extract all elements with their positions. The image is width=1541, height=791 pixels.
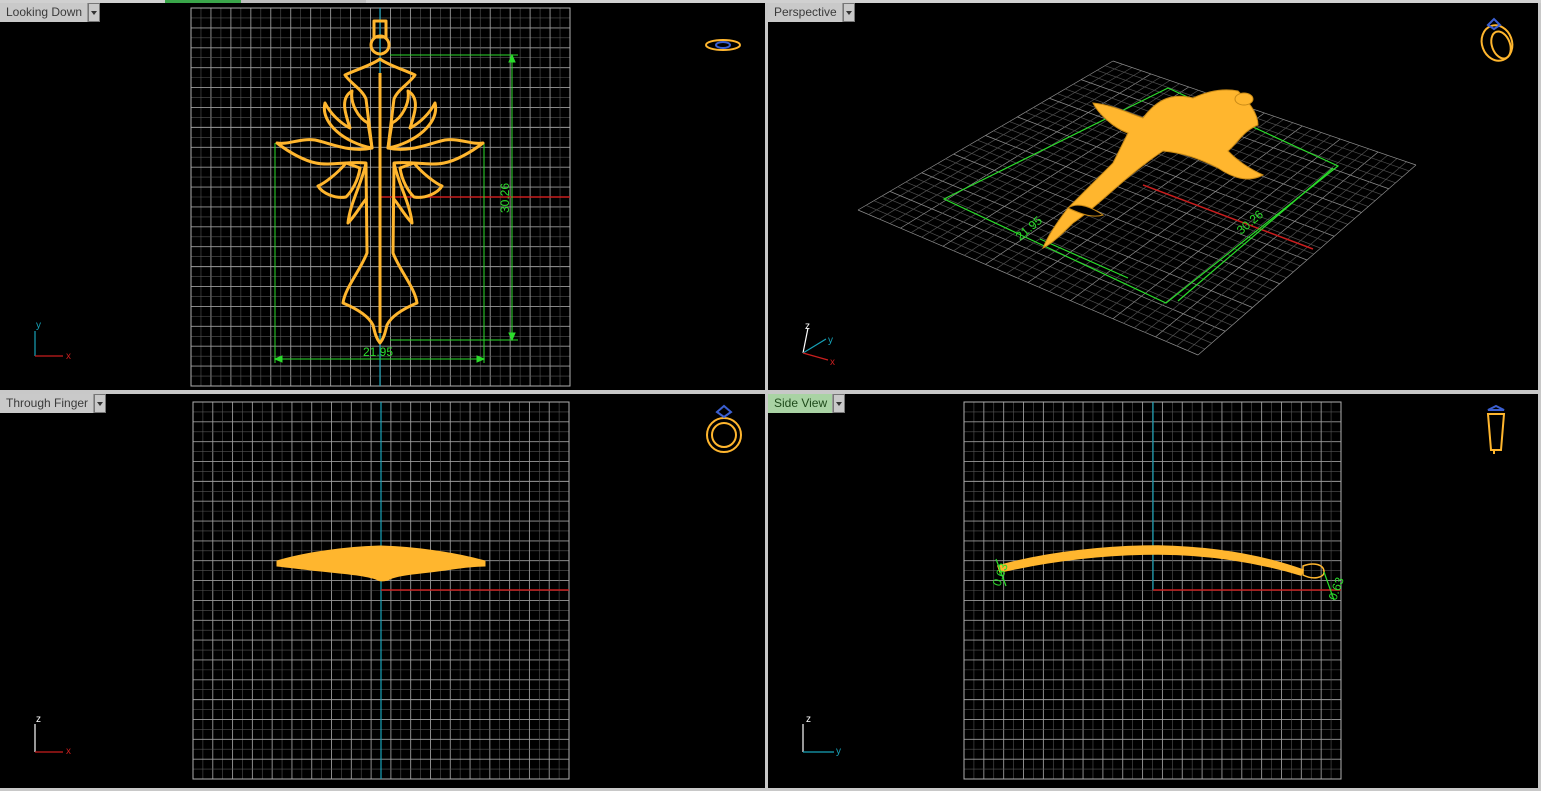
perspective-grid — [857, 60, 1417, 356]
viewport-perspective[interactable]: Perspective 21.95 30.26 z y x — [768, 3, 1538, 390]
axis-label-x: x — [66, 746, 71, 757]
viewport-label-side-view[interactable]: Side View — [768, 394, 846, 413]
viewport-label-through-finger[interactable]: Through Finger — [0, 394, 107, 413]
axis-gizmo: z y — [802, 714, 841, 757]
chevron-down-icon[interactable] — [833, 394, 846, 413]
viewport-side-view[interactable]: Side View 0.63 0.63 z y — [768, 394, 1538, 788]
viewport-title[interactable]: Side View — [768, 394, 834, 413]
dimension-height: 30.26 — [498, 183, 512, 213]
grid-line — [1197, 164, 1417, 356]
axis-gizmo: y x — [34, 320, 71, 362]
grid-line — [1155, 151, 1379, 338]
axis-label-x: x — [66, 351, 71, 362]
cross-pendant-front[interactable] — [276, 545, 486, 582]
chevron-down-icon[interactable] — [842, 3, 855, 22]
axis-label-y: y — [36, 320, 41, 331]
grid-line — [1165, 154, 1388, 342]
dimension-left: 0.63 — [990, 561, 1011, 588]
ring-side-view-icon[interactable] — [1486, 404, 1506, 454]
rhino-workspace: Looking Down 21.95 30.26 y x Perspective… — [0, 0, 1541, 791]
axis-gizmo: z y x — [802, 321, 835, 368]
grid-line — [1187, 161, 1407, 351]
chevron-down-icon[interactable] — [94, 394, 107, 413]
axis-gizmo: z x — [34, 714, 71, 757]
cross-pendant-perspective[interactable] — [1042, 89, 1265, 250]
axis-label-z: z — [805, 321, 810, 332]
viewport-label-looking-down[interactable]: Looking Down — [0, 3, 101, 22]
viewport-title[interactable]: Through Finger — [0, 394, 95, 413]
axis-label-y: y — [836, 746, 841, 757]
front-view-canvas[interactable]: z x — [0, 394, 765, 788]
viewport-looking-down[interactable]: Looking Down 21.95 30.26 y x — [0, 3, 765, 390]
axis-label-z: z — [36, 714, 41, 725]
viewport-title[interactable]: Looking Down — [0, 3, 89, 22]
dimension-lines — [273, 53, 518, 363]
viewport-label-perspective[interactable]: Perspective — [768, 3, 855, 22]
axis-label-y: y — [828, 335, 833, 346]
top-view-canvas[interactable]: 21.95 30.26 y x — [0, 3, 765, 390]
dimension-right: 0.63 — [1326, 575, 1347, 602]
perspective-canvas[interactable]: 21.95 30.26 z y x — [768, 3, 1538, 390]
ring-top-view-icon[interactable] — [705, 39, 741, 51]
viewport-title[interactable]: Perspective — [768, 3, 843, 22]
ring-front-view-icon[interactable] — [706, 404, 742, 453]
axis-label-z: z — [806, 714, 811, 725]
axis-label-x: x — [830, 357, 835, 368]
dimension-height: 30.26 — [1234, 207, 1266, 237]
side-view-canvas[interactable]: 0.63 0.63 z y — [768, 394, 1538, 788]
grid-line — [1176, 158, 1398, 347]
viewport-through-finger[interactable]: Through Finger z x — [0, 394, 765, 788]
chevron-down-icon[interactable] — [88, 3, 101, 22]
ring-perspective-view-icon[interactable] — [1477, 17, 1518, 65]
dimension-width: 21.95 — [363, 345, 393, 359]
